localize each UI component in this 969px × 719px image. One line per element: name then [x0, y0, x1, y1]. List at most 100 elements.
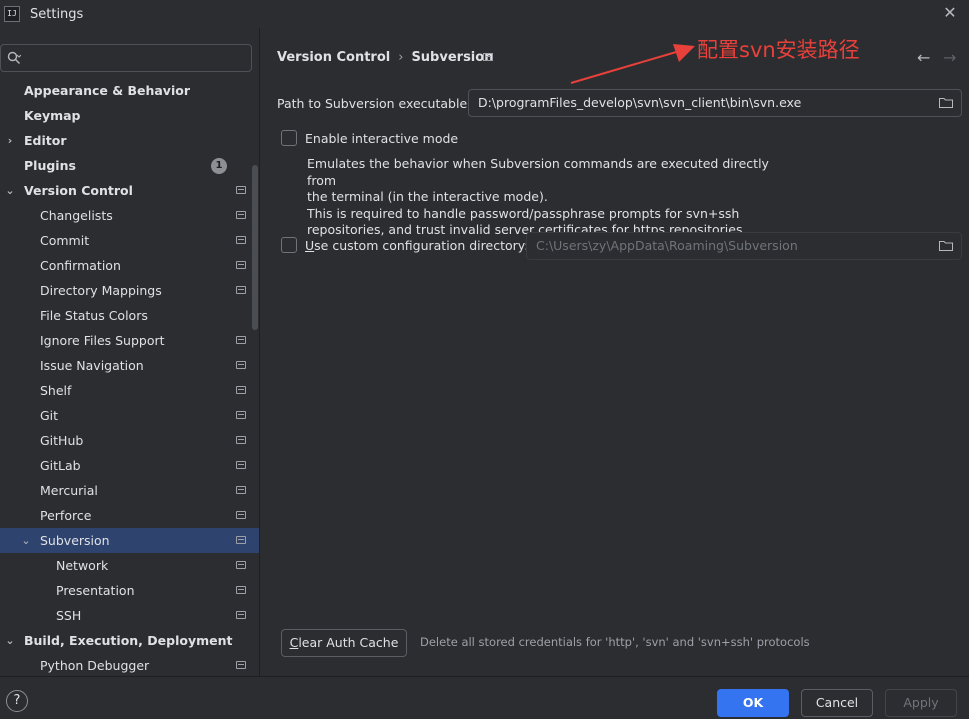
chevron-down-icon[interactable]: ⌄: [4, 628, 16, 653]
sidebar-item-git[interactable]: Git: [0, 403, 259, 428]
sidebar-item-label: Git: [40, 408, 59, 423]
settings-content: Version Control › Subversion ← → 配置svn安装路径…: [261, 28, 969, 676]
app-logo-icon: IJ: [4, 6, 20, 22]
sidebar-item-directory-mappings[interactable]: Directory Mappings: [0, 278, 259, 303]
custom-config-dir-value: C:\Users\zy\AppData\Roaming\Subversion: [536, 238, 798, 253]
sidebar-item-version-control[interactable]: ⌄ Version Control: [0, 178, 259, 203]
apply-button[interactable]: Apply: [885, 689, 957, 717]
project-scope-icon: [236, 361, 246, 369]
search-icon: [7, 51, 21, 64]
clear-auth-cache-description: Delete all stored credentials for 'http'…: [420, 635, 810, 649]
project-scope-icon: [236, 511, 246, 519]
interactive-mode-label[interactable]: Enable interactive mode: [305, 131, 458, 146]
interactive-mode-description: Emulates the behavior when Subversion co…: [307, 156, 777, 239]
sidebar-item-label: SSH: [56, 608, 82, 623]
ok-button[interactable]: OK: [717, 689, 789, 717]
sidebar-item-label: Presentation: [56, 583, 135, 598]
sidebar-item-label: GitLab: [40, 458, 81, 473]
sidebar-item-subversion[interactable]: ⌄ Subversion: [0, 528, 259, 553]
sidebar-item-python-debugger[interactable]: Python Debugger: [0, 653, 259, 676]
project-scope-icon: [236, 486, 246, 494]
breadcrumb-parent[interactable]: Version Control: [277, 50, 390, 65]
sidebar-item-confirmation[interactable]: Confirmation: [0, 253, 259, 278]
svn-path-label: Path to Subversion executable:: [277, 96, 472, 111]
sidebar-item-label: Keymap: [24, 108, 81, 123]
sidebar-item-label: GitHub: [40, 433, 84, 448]
sidebar-item-ssh[interactable]: SSH: [0, 603, 259, 628]
sidebar-item-plugins[interactable]: Plugins 1: [0, 153, 259, 178]
sidebar-item-github[interactable]: GitHub: [0, 428, 259, 453]
sidebar-item-ignore-files-support[interactable]: Ignore Files Support: [0, 328, 259, 353]
sidebar-item-label: Changelists: [40, 208, 113, 223]
project-scope-icon: [236, 611, 246, 619]
sidebar-item-commit[interactable]: Commit: [0, 228, 259, 253]
custom-config-dir-checkbox[interactable]: [281, 237, 297, 253]
sidebar-item-keymap[interactable]: Keymap: [0, 103, 259, 128]
settings-tree: Appearance & Behavior Keymap › Editor Plugin…: [0, 78, 259, 676]
description-line: Emulates the behavior when Subversion co…: [307, 156, 769, 188]
sidebar-item-label: Version Control: [24, 183, 133, 198]
update-count-badge: 1: [211, 158, 227, 174]
settings-sidebar: Appearance & Behavior Keymap › Editor Plugin…: [0, 28, 260, 676]
description-line: This is required to handle password/pass…: [307, 205, 740, 221]
search-input[interactable]: [0, 44, 252, 72]
clear-auth-cache-button[interactable]: Clear Auth Cache: [281, 629, 407, 657]
window-title: Settings: [30, 6, 84, 22]
custom-config-dir-label-text: se custom configuration directory:: [314, 238, 529, 253]
sidebar-item-label: Commit: [40, 233, 90, 248]
project-scope-icon: [236, 411, 246, 419]
sidebar-item-label: Build, Execution, Deployment: [24, 633, 233, 648]
sidebar-item-shelf[interactable]: Shelf: [0, 378, 259, 403]
sidebar-item-build-execution-deployment[interactable]: ⌄ Build, Execution, Deployment: [0, 628, 259, 653]
sidebar-item-file-status-colors[interactable]: File Status Colors: [0, 303, 259, 328]
breadcrumb-separator: ›: [398, 50, 404, 65]
sidebar-item-appearance-behavior[interactable]: Appearance & Behavior: [0, 78, 259, 103]
project-scope-icon: [236, 561, 246, 569]
sidebar-item-label: Appearance & Behavior: [24, 83, 190, 98]
sidebar-item-label: File Status Colors: [40, 308, 148, 323]
sidebar-item-label: Network: [56, 558, 109, 573]
description-line: the terminal (in the interactive mode).: [307, 189, 548, 204]
sidebar-item-label: Shelf: [40, 383, 72, 398]
sidebar-item-presentation[interactable]: Presentation: [0, 578, 259, 603]
custom-config-dir-input[interactable]: C:\Users\zy\AppData\Roaming\Subversion: [526, 232, 962, 260]
project-scope-icon: [236, 336, 246, 344]
close-icon[interactable]: ✕: [941, 4, 959, 22]
sidebar-item-label: Mercurial: [40, 483, 98, 498]
help-icon[interactable]: ?: [6, 690, 28, 712]
sidebar-item-network[interactable]: Network: [0, 553, 259, 578]
cancel-button[interactable]: Cancel: [801, 689, 873, 717]
folder-icon[interactable]: [939, 97, 953, 108]
chevron-down-icon[interactable]: ⌄: [4, 178, 16, 203]
project-scope-icon: [236, 186, 246, 194]
project-scope-icon: [236, 586, 246, 594]
project-scope-icon: [236, 536, 246, 544]
sidebar-item-label: Issue Navigation: [40, 358, 144, 373]
project-scope-icon: [236, 661, 246, 669]
custom-config-dir-label[interactable]: Use custom configuration directory:: [305, 238, 528, 253]
sidebar-item-mercurial[interactable]: Mercurial: [0, 478, 259, 503]
forward-arrow-icon[interactable]: →: [943, 48, 956, 67]
sidebar-item-issue-navigation[interactable]: Issue Navigation: [0, 353, 259, 378]
project-scope-icon: [236, 261, 246, 269]
chevron-right-icon[interactable]: ›: [4, 128, 16, 153]
back-arrow-icon[interactable]: ←: [917, 48, 930, 67]
sidebar-item-label: Ignore Files Support: [40, 333, 165, 348]
project-scope-icon: [236, 386, 246, 394]
sidebar-item-changelists[interactable]: Changelists: [0, 203, 259, 228]
folder-icon[interactable]: [939, 240, 953, 251]
sidebar-item-label: Python Debugger: [40, 658, 150, 673]
sidebar-scrollbar[interactable]: [252, 165, 258, 330]
chevron-down-icon[interactable]: ⌄: [20, 528, 32, 553]
project-scope-icon: [236, 436, 246, 444]
breadcrumb: Version Control › Subversion: [277, 50, 493, 65]
sidebar-item-label: Directory Mappings: [40, 283, 162, 298]
sidebar-item-editor[interactable]: › Editor: [0, 128, 259, 153]
sidebar-item-perforce[interactable]: Perforce: [0, 503, 259, 528]
annotation-arrow: [570, 44, 695, 84]
svn-path-input[interactable]: D:\programFiles_develop\svn\svn_client\b…: [468, 89, 962, 117]
project-scope-icon: [236, 211, 246, 219]
project-scope-icon: [236, 236, 246, 244]
sidebar-item-gitlab[interactable]: GitLab: [0, 453, 259, 478]
interactive-mode-checkbox[interactable]: [281, 130, 297, 146]
